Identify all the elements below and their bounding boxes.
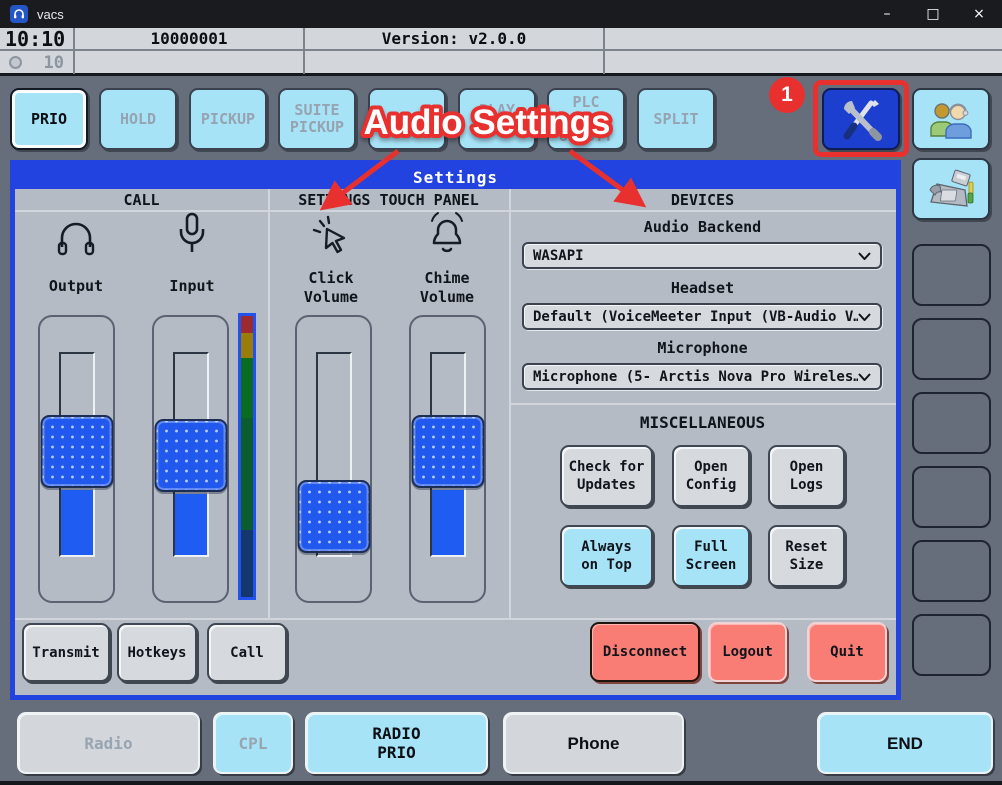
radio-button[interactable]: Radio (17, 712, 200, 774)
divider (15, 618, 896, 620)
empty-cell (75, 51, 303, 74)
headphones-icon (53, 213, 99, 261)
clock: 10:10 (0, 28, 73, 51)
dialog-title: Settings (15, 165, 896, 189)
empty-slot-button[interactable] (912, 466, 991, 528)
prio-button[interactable]: PRIO (10, 88, 88, 150)
window-title: vacs (37, 7, 64, 22)
chime-volume-slider[interactable] (409, 315, 486, 603)
click-slider-handle[interactable] (297, 480, 370, 553)
always-on-top-button[interactable]: Always on Top (560, 525, 653, 587)
radio-prio-button[interactable]: RADIO PRIO (305, 712, 488, 774)
annotation-highlight-box (813, 80, 909, 157)
version-label: Version: v2.0.0 (305, 28, 603, 51)
status-bar: 10:10 10 10000001 Version: v2.0.0 (0, 28, 1002, 76)
status-row: 10 (0, 51, 73, 74)
disconnect-button[interactable]: Disconnect (590, 622, 700, 682)
open-config-button[interactable]: Open Config (672, 445, 750, 507)
output-volume-slider[interactable] (38, 315, 115, 603)
microphone-icon (169, 209, 215, 259)
people-icon (927, 98, 975, 140)
empty-slot-button[interactable] (912, 244, 991, 306)
bell-icon (424, 209, 470, 261)
terminal-id: 10000001 (75, 28, 303, 51)
devices-section-header: DEVICES (509, 191, 896, 209)
divider (268, 189, 270, 620)
contacts-button[interactable] (912, 88, 990, 150)
settings-dialog: Settings CALL SETTINGS TOUCH PANEL DEVIC… (10, 160, 901, 700)
chevron-down-icon (858, 252, 871, 260)
reset-size-button[interactable]: Reset Size (768, 525, 845, 587)
open-logs-button[interactable]: Open Logs (768, 445, 845, 507)
input-slider-handle[interactable] (154, 419, 227, 492)
status-counter: 10 (44, 53, 64, 73)
divider (509, 403, 896, 405)
chime-slider-handle[interactable] (411, 415, 484, 488)
plc-lsp-button[interactable]: PLC LSP on/off (547, 88, 625, 150)
transmit-button[interactable]: Transmit (22, 623, 110, 682)
titlebar: vacs – □ × (0, 0, 1002, 28)
cpl-button[interactable]: CPL (213, 712, 293, 774)
headset-label: Headset (509, 279, 896, 297)
toolbar-button[interactable] (368, 88, 446, 150)
chevron-down-icon (858, 313, 871, 321)
maximize-button[interactable]: □ (910, 0, 956, 28)
input-label: Input (152, 277, 232, 296)
misc-section-header: MISCELLANEOUS (509, 413, 896, 432)
close-button[interactable]: × (956, 0, 1002, 28)
click-cursor-icon (308, 213, 354, 261)
split-button[interactable]: SPLIT (637, 88, 715, 150)
chime-volume-label: Chime Volume (392, 269, 502, 307)
empty-slot-button[interactable] (912, 540, 991, 602)
phonebook-button[interactable] (912, 158, 990, 220)
input-level-meter (238, 313, 256, 600)
call-section-header: CALL (15, 191, 268, 209)
empty-slot-button[interactable] (912, 614, 991, 676)
empty-cell (605, 28, 1002, 51)
empty-slot-button[interactable] (912, 318, 991, 380)
output-label: Output (36, 277, 116, 296)
chevron-down-icon (858, 373, 871, 381)
empty-cell (605, 51, 1002, 74)
microphone-label: Microphone (509, 339, 896, 357)
headset-value: Default (VoiceMeeter Input (VB-Audio V… (533, 309, 858, 325)
audio-backend-label: Audio Backend (509, 218, 896, 236)
end-button[interactable]: END (817, 712, 993, 774)
empty-cell (305, 51, 603, 74)
full-screen-button[interactable]: Full Screen (672, 525, 750, 587)
call-button[interactable]: Call (207, 623, 287, 682)
input-volume-slider[interactable] (152, 315, 229, 603)
output-slider-handle[interactable] (40, 415, 113, 488)
suite-pickup-button[interactable]: SUITE PICKUP (278, 88, 356, 150)
audio-backend-value: WASAPI (533, 248, 858, 264)
annotation-step-badge: 1 (769, 77, 805, 113)
audio-backend-select[interactable]: WASAPI (522, 242, 882, 269)
pickup-button[interactable]: PICKUP (189, 88, 267, 150)
window-edge (0, 781, 1002, 785)
empty-slot-button[interactable] (912, 392, 991, 454)
logout-button[interactable]: Logout (708, 622, 787, 682)
click-volume-label: Click Volume (276, 269, 386, 307)
status-indicator-icon (9, 56, 22, 69)
touch-section-header: SETTINGS TOUCH PANEL (268, 191, 509, 209)
hotkeys-button[interactable]: Hotkeys (117, 623, 197, 682)
minimize-button[interactable]: – (864, 0, 910, 28)
vacs-window: vacs – □ × 10:10 10 10000001 Version: v2… (0, 0, 1002, 785)
check-updates-button[interactable]: Check for Updates (560, 445, 653, 507)
phone-icon (925, 168, 977, 210)
microphone-select[interactable]: Microphone (5- Arctis Nova Pro Wireles… (522, 363, 882, 390)
phone-button[interactable]: Phone (503, 712, 684, 774)
playback-button[interactable]: PLAY BACK (458, 88, 536, 150)
hold-button[interactable]: HOLD (99, 88, 177, 150)
headset-select[interactable]: Default (VoiceMeeter Input (VB-Audio V… (522, 303, 882, 330)
click-volume-slider[interactable] (295, 315, 372, 603)
app-logo-icon (10, 5, 28, 23)
microphone-value: Microphone (5- Arctis Nova Pro Wireles… (533, 369, 858, 385)
quit-button[interactable]: Quit (807, 622, 887, 682)
